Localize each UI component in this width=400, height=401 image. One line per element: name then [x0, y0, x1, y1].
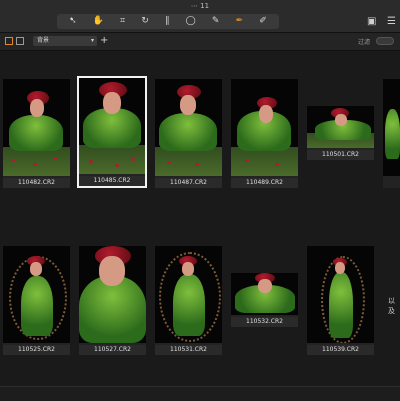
thumbnail-label: 110525.CR2: [3, 345, 70, 355]
window-title: ⋯ 11: [0, 0, 400, 12]
photo-thumbnail: [307, 106, 374, 148]
thumbnail-label: 110539.CR2: [307, 345, 374, 355]
ellipse-mask-icon[interactable]: ◯: [186, 14, 196, 29]
toolbar: ➷ ✋ ⌗ ↻ ∥ ◯ ✎ ✒ ✐ ▣ ☰: [0, 12, 400, 33]
thumbnail[interactable]: 110527.CR2: [79, 246, 146, 355]
photo-thumbnail: [3, 246, 70, 343]
straighten-icon[interactable]: ∥: [165, 14, 170, 29]
select-arrow-icon[interactable]: ➷: [69, 14, 77, 29]
eyedropper-icon[interactable]: ✒: [236, 14, 244, 29]
thumbnail[interactable]: 110531.CR2: [155, 246, 222, 355]
filter-label: 过滤: [357, 39, 370, 46]
thumbnail-label: 110527.CR2: [79, 345, 146, 355]
brush-icon[interactable]: ✎: [212, 14, 220, 29]
chevron-down-icon: ▾: [90, 37, 94, 44]
thumbnail-label: 110482.CR2: [3, 178, 70, 188]
thumbnail[interactable]: 110487.CR2: [155, 79, 222, 188]
photo-thumbnail: [3, 79, 70, 176]
grid-view-icon[interactable]: [5, 37, 13, 45]
photo-thumbnail: [79, 78, 145, 174]
erase-icon[interactable]: ✐: [259, 14, 267, 29]
photo-thumbnail: [383, 79, 400, 176]
rotate-icon[interactable]: ↻: [141, 14, 149, 29]
thumbnail-label: 110531.CR2: [155, 345, 222, 355]
list-view-icon[interactable]: ☰: [387, 16, 396, 27]
single-view-icon[interactable]: [16, 37, 24, 45]
filter-toggle[interactable]: [376, 37, 394, 45]
thumbnail[interactable]: 110525.CR2: [3, 246, 70, 355]
photo-thumbnail: [231, 273, 298, 315]
thumbnail-label: 110532.CR2: [231, 317, 298, 327]
hand-pan-icon[interactable]: ✋: [93, 14, 104, 29]
sort-dropdown[interactable]: 背景 ▾: [33, 36, 97, 46]
crop-icon[interactable]: ⌗: [120, 14, 125, 29]
thumbnail-label: 110487.CR2: [155, 178, 222, 188]
thumbnail-label: 110501.CR2: [307, 150, 374, 160]
dropdown-value: 背景: [37, 37, 50, 44]
thumbnail[interactable]: 110482.CR2: [3, 79, 70, 188]
thumbnail-partial[interactable]: [383, 79, 400, 188]
thumbnail[interactable]: 110501.CR2: [307, 106, 374, 160]
crop-tool-icon[interactable]: ▣: [367, 16, 376, 27]
photo-thumbnail: [307, 246, 374, 343]
photo-thumbnail: [155, 246, 222, 343]
photo-thumbnail: [155, 79, 222, 176]
thumbnail[interactable]: 110532.CR2: [231, 273, 298, 327]
side-text: 以及: [388, 297, 395, 315]
thumbnail-label: 110485.CR2: [79, 176, 145, 186]
thumbnail-selected[interactable]: 110485.CR2: [77, 76, 147, 188]
photo-thumbnail: [231, 79, 298, 176]
tool-group: ➷ ✋ ⌗ ↻ ∥ ◯ ✎ ✒ ✐: [57, 14, 279, 29]
thumbnail[interactable]: 110489.CR2: [231, 79, 298, 188]
photo-thumbnail: [79, 246, 146, 343]
thumbnail[interactable]: 110539.CR2: [307, 246, 374, 355]
bottom-bar: [0, 386, 400, 401]
browser-subbar: 背景 ▾ + 过滤: [0, 33, 400, 51]
thumbnail-label: 110489.CR2: [231, 178, 298, 188]
add-icon[interactable]: +: [100, 35, 108, 46]
